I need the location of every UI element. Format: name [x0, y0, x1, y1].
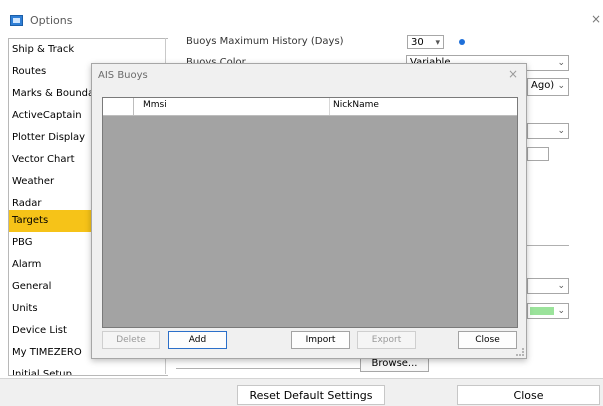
export-button[interactable]: Export [357, 331, 416, 349]
app-icon [10, 15, 23, 26]
sidebar-item-initial-setup[interactable]: Initial Setup [9, 364, 168, 375]
chevron-down-icon: ⌄ [557, 281, 565, 291]
chevron-down-icon: ⌄ [557, 81, 565, 91]
window-close-icon[interactable]: × [591, 12, 601, 26]
dialog-close-icon[interactable]: × [508, 67, 518, 81]
buoys-history-label: Buoys Maximum History (Days) [186, 36, 344, 47]
close-options-button[interactable]: Close [457, 385, 600, 405]
chevron-down-icon: ▾ [435, 38, 440, 48]
ais-buoys-dialog: AIS Buoys × Mmsi NickName Delete Add Imp… [91, 63, 527, 359]
table-header: Mmsi NickName [103, 98, 517, 116]
buoys-history-value: 30 [411, 37, 424, 48]
history-period-select[interactable]: Ago) ⌄ [527, 78, 569, 96]
history-period-value: Ago) [531, 80, 555, 91]
sidebar-item-ship-track[interactable]: Ship & Track [9, 39, 168, 61]
add-button[interactable]: Add [168, 331, 227, 349]
chevron-down-icon: ⌄ [557, 306, 565, 316]
delete-button[interactable]: Delete [102, 331, 160, 349]
window-titlebar: Options × [0, 0, 603, 30]
buoys-table[interactable]: Mmsi NickName [102, 97, 518, 328]
divider [527, 245, 569, 246]
buoys-history-select[interactable]: 30 ▾ [407, 35, 444, 49]
reset-default-settings-button[interactable]: Reset Default Settings [237, 385, 385, 405]
info-dot-icon [459, 39, 465, 45]
setting-select-a[interactable]: ⌄ [527, 123, 569, 139]
column-header-mmsi[interactable]: Mmsi [143, 100, 167, 110]
chevron-down-icon: ⌄ [557, 58, 565, 68]
color-swatch [530, 307, 554, 315]
window-title: Options [30, 14, 73, 27]
column-header-nickname[interactable]: NickName [333, 100, 379, 110]
setting-select-b[interactable]: ⌄ [527, 278, 569, 294]
color-select[interactable]: ⌄ [527, 303, 569, 319]
chevron-down-icon: ⌄ [557, 126, 565, 136]
import-button[interactable]: Import [291, 331, 350, 349]
divider [176, 368, 360, 369]
dialog-close-button[interactable]: Close [458, 331, 517, 349]
dialog-title: AIS Buoys [98, 70, 148, 81]
row-selector-header [103, 98, 134, 115]
setting-input-a[interactable] [527, 147, 549, 161]
column-divider [329, 98, 330, 115]
resize-grip-icon[interactable] [516, 348, 524, 356]
